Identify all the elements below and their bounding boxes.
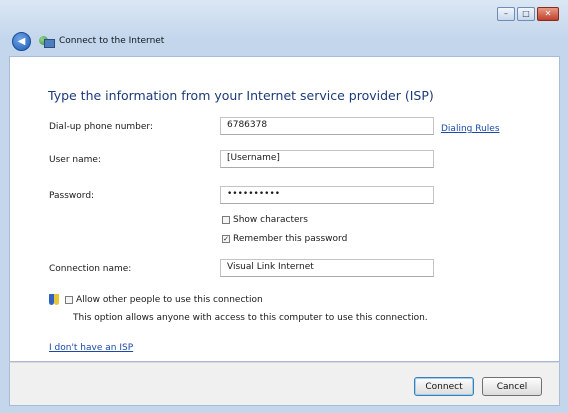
maximize-icon: □: [522, 9, 530, 18]
show-characters-row[interactable]: Show characters: [222, 215, 308, 225]
dialing-rules-link[interactable]: Dialing Rules: [441, 124, 500, 134]
wizard-title: Connect to the Internet: [59, 36, 165, 46]
username-input[interactable]: [Username]: [220, 150, 434, 168]
back-arrow-icon: ◀: [17, 35, 26, 47]
no-isp-link[interactable]: I don't have an ISP: [49, 343, 133, 353]
allow-others-description: This option allows anyone with access to…: [73, 313, 428, 323]
connect-button[interactable]: Connect: [414, 377, 474, 396]
allow-others-label: Allow other people to use this connectio…: [76, 294, 263, 305]
remember-password-label: Remember this password: [233, 234, 348, 244]
page-heading: Type the information from your Internet …: [48, 88, 434, 103]
dialup-number-input[interactable]: 6786378: [220, 117, 434, 135]
minimize-icon: –: [504, 9, 508, 18]
connect-button-label: Connect: [425, 381, 463, 392]
maximize-button[interactable]: □: [517, 7, 535, 21]
wizard-content: Type the information from your Internet …: [9, 56, 560, 362]
network-connection-icon: [39, 35, 55, 48]
remember-password-row[interactable]: ✓ Remember this password: [222, 234, 347, 244]
allow-others-checkbox[interactable]: [65, 295, 73, 304]
cancel-button[interactable]: Cancel: [482, 377, 542, 396]
window-frame: – □ ✕ ◀ Connect to the Internet Type the…: [0, 0, 568, 413]
dialup-number-label: Dial-up phone number:: [49, 122, 153, 132]
caption-buttons: – □ ✕: [497, 7, 559, 21]
remember-password-checkbox[interactable]: ✓: [222, 235, 230, 243]
allow-others-row[interactable]: Allow other people to use this connectio…: [49, 294, 263, 305]
close-button[interactable]: ✕: [537, 7, 559, 21]
connection-name-input[interactable]: Visual Link Internet: [220, 259, 434, 277]
password-input[interactable]: ••••••••••: [220, 186, 434, 204]
close-icon: ✕: [544, 9, 552, 18]
cancel-button-label: Cancel: [496, 381, 528, 392]
nav-bar: ◀ Connect to the Internet: [8, 28, 560, 54]
uac-shield-icon: [49, 294, 59, 305]
back-button[interactable]: ◀: [12, 31, 31, 51]
password-label: Password:: [49, 191, 95, 201]
username-label: User name:: [49, 155, 101, 165]
minimize-button[interactable]: –: [497, 7, 515, 21]
show-characters-label: Show characters: [233, 215, 308, 225]
connection-name-label: Connection name:: [49, 264, 132, 274]
button-bar: Connect Cancel: [9, 362, 560, 406]
title-bar[interactable]: – □ ✕: [8, 0, 568, 28]
show-characters-checkbox[interactable]: [222, 216, 230, 224]
